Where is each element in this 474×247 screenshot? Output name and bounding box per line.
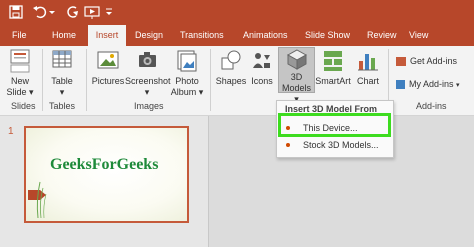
slide-number: 1 [8,126,14,137]
group-label-tables: Tables [49,101,76,111]
customize-qat-icon[interactable] [104,4,114,20]
tab-view[interactable]: View [409,24,428,46]
chevron-down-icon[interactable]: ▾ [456,82,460,89]
divider [210,49,211,111]
group-label-slides: Slides [11,101,36,111]
tab-animations[interactable]: Animations [243,24,288,46]
divider [86,49,87,111]
tab-home[interactable]: Home [48,24,80,46]
undo-dropdown-icon[interactable] [48,4,56,20]
table-button[interactable]: Table ▾ [47,48,77,98]
get-addins-button[interactable]: Get Add-ins [396,56,458,67]
tab-transitions[interactable]: Transitions [180,24,224,46]
my-addins-button[interactable]: My Add-ins ▾ [396,79,460,90]
photo-album-icon [177,50,197,72]
bullet-icon [286,143,290,147]
group-label-addins: Add-ins [416,101,447,111]
start-from-beginning-icon[interactable] [84,4,100,20]
new-slide-label-2: Slide ▾ [6,87,34,97]
menu-item-stock-3d-models[interactable]: Stock 3D Models... [277,137,393,153]
table-label: Table [51,76,73,86]
pictures-button[interactable]: Pictures [88,48,128,87]
new-slide-button[interactable]: New Slide ▾ [3,48,37,98]
title-bar [0,0,474,24]
smartart-button[interactable]: SmartArt [314,48,352,87]
screenshot-button[interactable]: Screenshot ▾ [125,48,171,98]
slide-decoration-graphic [28,181,47,219]
screenshot-dropdown-label: ▾ [144,87,150,97]
new-slide-label-1: New [10,76,29,86]
ribbon: New Slide ▾ Table ▾ Pictures Screenshot … [0,46,474,116]
smartart-icon [324,51,342,71]
my-addins-icon [396,80,405,90]
3d-models-button[interactable]: 3D Models ▾ [278,47,315,104]
new-slide-icon [10,49,30,73]
chart-icon [358,54,378,71]
3d-models-label-1: 3D [290,72,303,82]
3d-cube-icon [286,49,307,70]
menu-item-label: Stock 3D Models... [303,140,379,150]
shapes-button[interactable]: Shapes [214,48,248,87]
icons-label: Icons [251,76,273,86]
chart-button[interactable]: Chart [353,48,383,87]
store-icon [396,57,406,67]
shapes-label: Shapes [215,76,247,86]
my-addins-label: My Add-ins [409,79,454,89]
photo-album-label-2: Album ▾ [170,87,204,97]
pictures-label: Pictures [91,76,125,86]
get-addins-label: Get Add-ins [410,56,458,66]
table-icon [52,50,72,68]
ribbon-tabs: File Home Insert Design Transitions Anim… [0,24,474,46]
save-icon[interactable] [8,4,24,20]
photo-album-button[interactable]: Photo Album ▾ [169,48,205,98]
icons-icon [253,53,270,68]
screenshot-label: Screenshot [125,76,171,86]
divider [42,49,43,111]
redo-icon[interactable] [64,4,80,20]
tab-file[interactable]: File [9,24,30,46]
slide-title: GeeksForGeeks [50,156,159,173]
undo-icon[interactable] [32,4,48,20]
slide-thumbnail[interactable] [24,126,189,223]
smartart-label: SmartArt [315,76,351,86]
highlight-annotation-box [278,113,391,137]
tab-slide-show[interactable]: Slide Show [305,24,350,46]
shapes-icon [221,50,241,70]
pictures-icon [97,51,119,69]
tab-review[interactable]: Review [367,24,397,46]
icons-button[interactable]: Icons [248,48,276,87]
tab-design[interactable]: Design [135,24,163,46]
tab-insert[interactable]: Insert [88,25,126,46]
chart-label: Chart [356,76,379,86]
table-dropdown-label: ▾ [59,87,65,97]
group-label-images: Images [134,101,164,111]
photo-album-label-1: Photo [175,76,199,86]
screenshot-icon [139,52,156,67]
